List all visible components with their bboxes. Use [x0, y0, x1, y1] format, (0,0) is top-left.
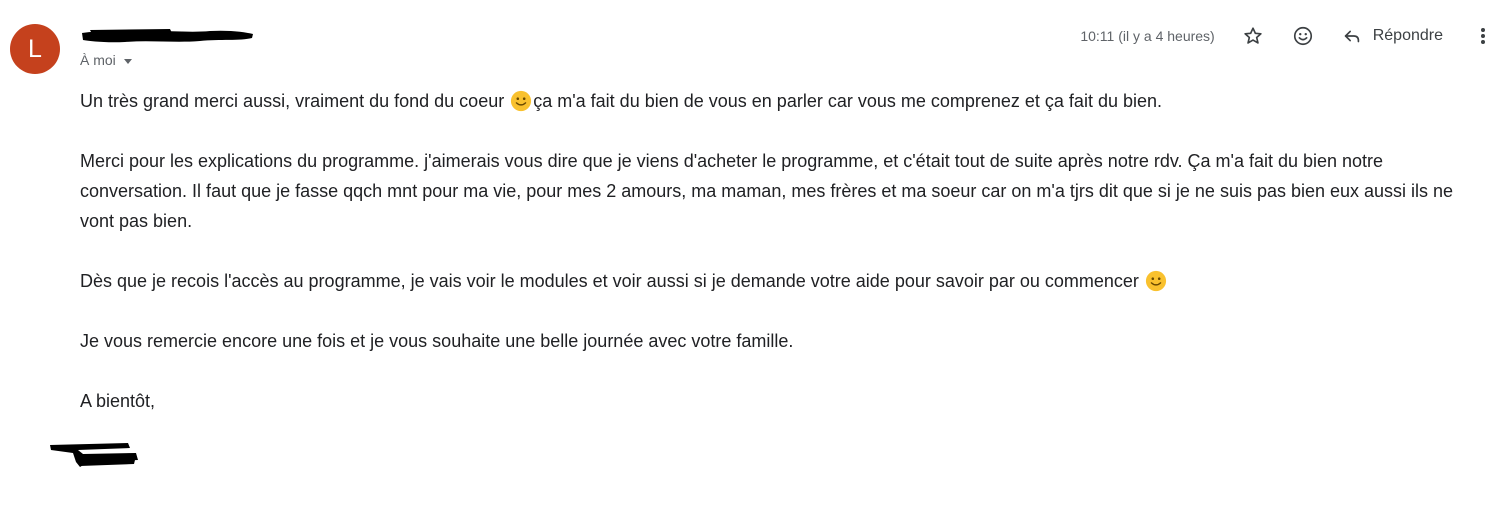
paragraph-access: Dès que je recois l'accès au programme, …: [80, 266, 1490, 296]
paragraph-thanks: Un très grand merci aussi, vraiment du f…: [80, 86, 1490, 116]
chevron-down-icon: [123, 58, 132, 64]
paragraph-signoff: A bientôt,: [80, 391, 156, 411]
reply-label: Répondre: [1372, 27, 1443, 44]
paragraph-program: Merci pour les explications du programme…: [80, 151, 1454, 231]
message-timestamp: 10:11 (il y a 4 heures): [1080, 28, 1215, 44]
emoji-reaction-icon[interactable]: [1291, 24, 1315, 48]
reply-button[interactable]: Répondre: [1341, 25, 1443, 47]
message-actions: 10:11 (il y a 4 heures) Répondre: [1080, 22, 1495, 50]
smiley-emoji-icon: [1145, 270, 1167, 292]
paragraph-access-text: Dès que je recois l'accès au programme, …: [80, 271, 1144, 291]
smiley-emoji-icon: [511, 90, 532, 112]
sender-avatar[interactable]: L: [10, 24, 60, 74]
reply-arrow-icon: [1344, 30, 1359, 43]
paragraph-closing: Je vous remercie encore une fois et je v…: [80, 331, 794, 351]
more-vertical-icon[interactable]: [1471, 24, 1495, 48]
paragraph-thanks-text-end: ça m'a fait du bien de vous en parler ca…: [533, 91, 1162, 111]
sender-name-redacted: [82, 29, 253, 43]
star-icon[interactable]: [1241, 24, 1265, 48]
message-body: Un très grand merci aussi, vraiment du f…: [80, 86, 1490, 446]
recipient-label: À moi: [80, 52, 116, 68]
signature-redacted: [50, 443, 138, 467]
recipient-dropdown[interactable]: À moi: [80, 52, 132, 68]
paragraph-thanks-text-start: Un très grand merci aussi, vraiment du f…: [80, 91, 510, 111]
